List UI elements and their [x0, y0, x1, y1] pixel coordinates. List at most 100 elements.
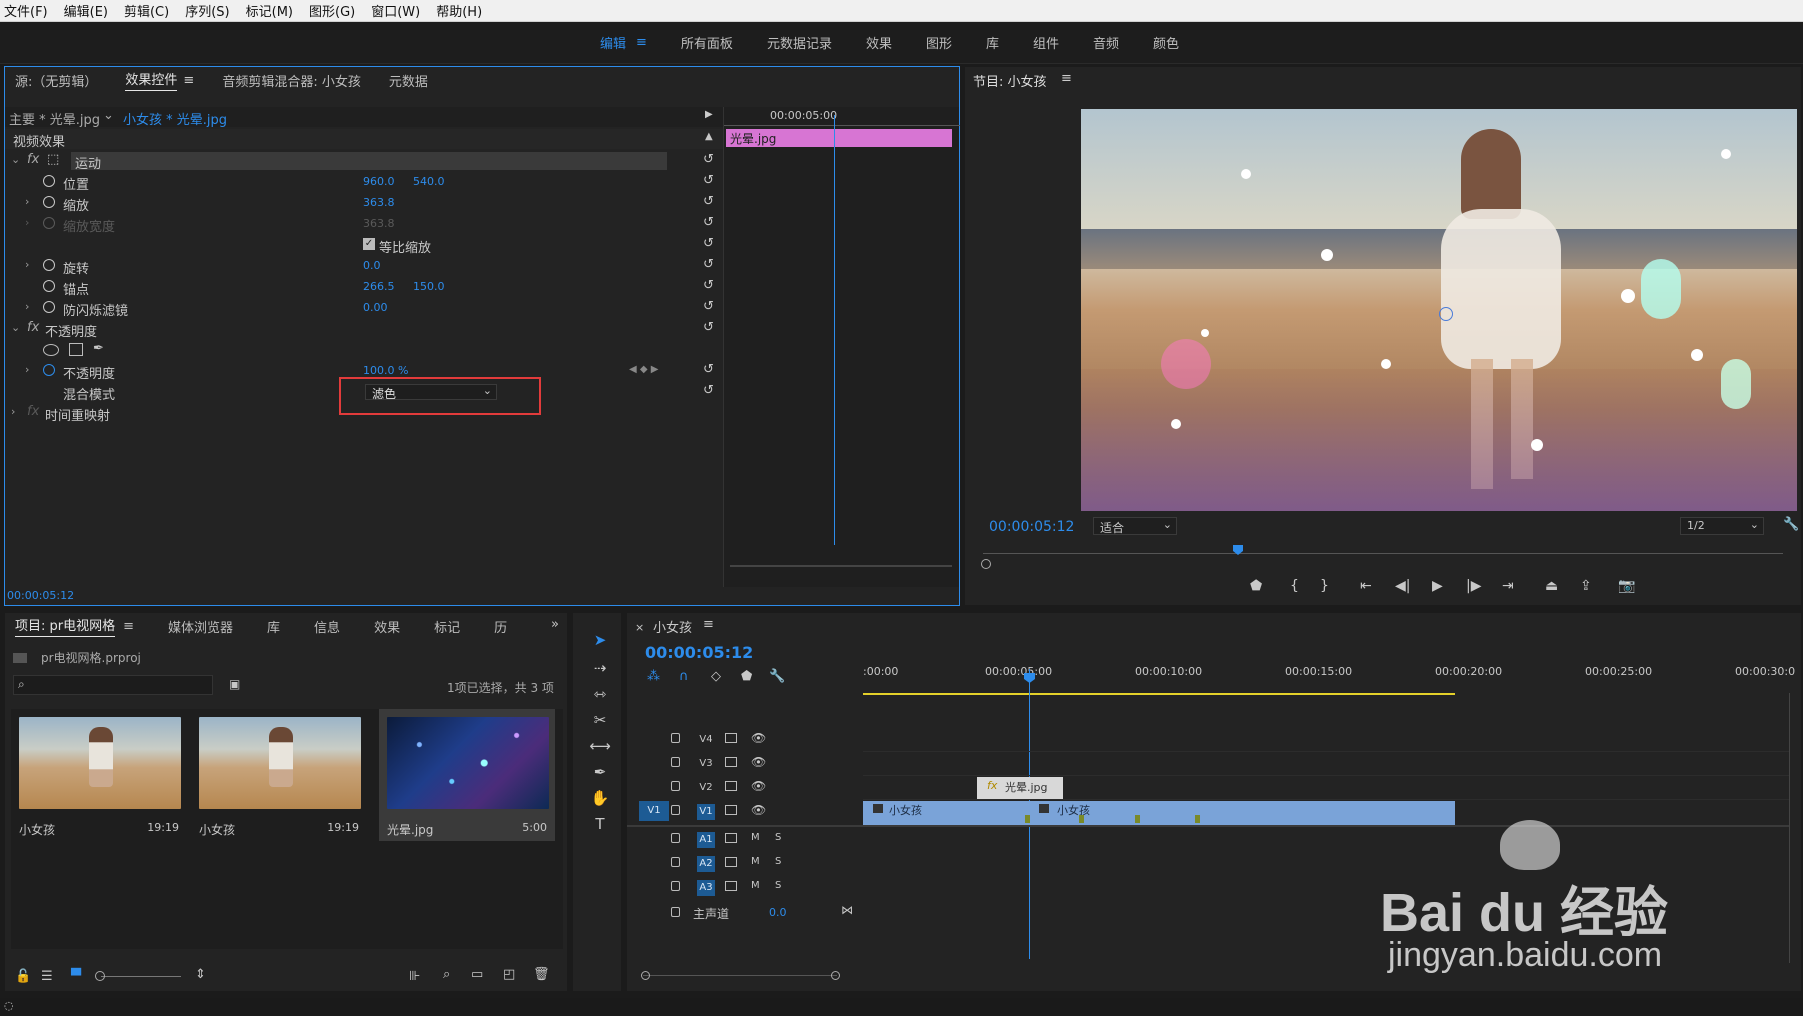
menu-file[interactable]: 文件(F)	[4, 1, 48, 20]
razor-tool-icon[interactable]: ✂	[589, 709, 611, 731]
sync-lock-icon[interactable]	[725, 833, 737, 843]
sync-lock-icon[interactable]	[725, 805, 737, 815]
tab-library[interactable]: 库	[267, 617, 280, 636]
program-video-frame[interactable]	[1081, 109, 1797, 511]
lock-icon[interactable]	[671, 857, 680, 867]
reset-icon[interactable]: ↺	[703, 299, 714, 314]
reset-icon[interactable]: ↺	[703, 173, 714, 188]
mini-playhead[interactable]	[834, 115, 835, 545]
master-volume-value[interactable]: 0.0	[769, 906, 787, 919]
keyframe-marker[interactable]	[1195, 815, 1200, 823]
step-forward-icon[interactable]: |▶	[1466, 578, 1481, 594]
close-icon[interactable]: ×	[635, 621, 644, 634]
add-marker-icon[interactable]: ◇	[711, 669, 721, 684]
tab-project[interactable]: 项目: pr电视网格	[15, 615, 116, 637]
track-select-tool-icon[interactable]: ⇢	[589, 657, 611, 679]
wrench-icon[interactable]: 🔧	[769, 669, 785, 684]
chevron-down-icon[interactable]: ⌄	[103, 108, 114, 123]
stopwatch-icon[interactable]	[43, 301, 55, 313]
chevron-right-icon[interactable]: ›	[25, 195, 29, 208]
track-label[interactable]: V2	[697, 780, 715, 796]
pen-mask-icon[interactable]: ✒	[93, 341, 104, 356]
menu-sequence[interactable]: 序列(S)	[185, 1, 229, 20]
eye-icon[interactable]: 👁	[751, 803, 766, 817]
chevron-right-icon[interactable]: ›	[25, 216, 29, 229]
workspace-graphics[interactable]: 图形	[926, 33, 952, 52]
type-tool-icon[interactable]: T	[589, 813, 611, 835]
trash-icon[interactable]: 🗑	[533, 967, 550, 982]
track-label[interactable]: V4	[697, 732, 715, 748]
play-only-icon[interactable]: ▶	[705, 109, 713, 120]
mute-button[interactable]: M	[751, 832, 760, 843]
ellipse-mask-icon[interactable]	[43, 344, 59, 356]
reset-icon[interactable]: ↺	[703, 215, 714, 230]
reset-icon[interactable]: ↺	[703, 257, 714, 272]
clip-v1[interactable]: 小女孩 小女孩	[863, 801, 1455, 825]
timeline-timecode[interactable]: 00:00:05:12	[645, 643, 753, 662]
add-marker-icon[interactable]: ⬟	[1250, 578, 1262, 594]
keyframe-marker[interactable]	[1135, 815, 1140, 823]
eye-icon[interactable]: 👁	[751, 779, 766, 793]
effect-footer-timecode[interactable]: 00:00:05:12	[7, 589, 74, 602]
keyframe-marker[interactable]	[1025, 815, 1030, 823]
keyframe-marker[interactable]	[1079, 815, 1084, 823]
sync-lock-icon[interactable]	[725, 781, 737, 791]
keyframe-nav-icon[interactable]: ◀ ◆ ▶	[629, 364, 658, 375]
sort-icon[interactable]: ⇕	[195, 967, 206, 982]
step-back-icon[interactable]: ◀|	[1395, 578, 1410, 594]
extract-icon[interactable]: ⇪	[1580, 578, 1592, 594]
reset-icon[interactable]: ↺	[703, 320, 714, 335]
anchor-x-value[interactable]: 266.5	[363, 280, 395, 293]
stopwatch-icon[interactable]	[43, 280, 55, 292]
new-item-icon[interactable]: ◰	[503, 967, 515, 982]
opacity-effect-row[interactable]: ⌄ fx 不透明度 ↺	[5, 319, 723, 340]
solo-button[interactable]: S	[775, 856, 781, 867]
menu-help[interactable]: 帮助(H)	[436, 1, 482, 20]
solo-button[interactable]: S	[775, 832, 781, 843]
scroll-handle-right[interactable]	[831, 971, 840, 980]
new-bin-icon[interactable]: ▭	[471, 967, 483, 982]
reset-icon[interactable]: ↺	[703, 152, 714, 167]
reset-icon[interactable]: ↺	[703, 236, 714, 251]
slip-tool-icon[interactable]: ⟷	[589, 735, 611, 757]
motion-effect-row[interactable]: ⌄ fx ⬚ 运动 ↺	[5, 151, 723, 172]
panel-menu-icon[interactable]: ≡	[703, 617, 714, 632]
lock-icon[interactable]	[671, 805, 680, 815]
track-label[interactable]: A2	[697, 856, 715, 872]
find-icon[interactable]: ⌕	[443, 967, 450, 982]
tab-menu-icon[interactable]: ≡	[123, 619, 134, 634]
menu-edit[interactable]: 编辑(E)	[64, 1, 108, 20]
zoom-slider-handle[interactable]	[95, 971, 105, 981]
automate-icon[interactable]: ⊪	[409, 969, 420, 984]
camera-icon[interactable]: 📷	[1618, 578, 1635, 594]
selection-tool-icon[interactable]: ➤	[589, 629, 611, 651]
tab-markers[interactable]: 标记	[434, 617, 460, 636]
tab-audio-mixer[interactable]: 音频剪辑混合器: 小女孩	[222, 71, 361, 90]
mute-button[interactable]: M	[751, 880, 760, 891]
reset-icon[interactable]: ↺	[703, 362, 714, 377]
flicker-value[interactable]: 0.00	[363, 301, 388, 314]
pen-tool-icon[interactable]: ✒	[589, 761, 611, 783]
solo-button[interactable]: S	[775, 880, 781, 891]
reset-icon[interactable]: ↺	[703, 194, 714, 209]
workspace-library[interactable]: 库	[986, 33, 999, 52]
chevron-right-icon[interactable]: ›	[25, 300, 29, 313]
mark-out-icon[interactable]: }	[1320, 578, 1329, 594]
project-item[interactable]: 小女孩 19:19	[11, 709, 187, 841]
stopwatch-icon[interactable]	[43, 175, 55, 187]
fit-dropdown[interactable]: 适合 ⌄	[1093, 517, 1177, 535]
program-scrub-bar[interactable]	[983, 553, 1783, 554]
chevron-down-icon[interactable]: ⌄	[11, 153, 20, 166]
anchor-y-value[interactable]: 150.0	[413, 280, 445, 293]
fx-icon[interactable]: fx	[27, 152, 39, 167]
uniform-scale-checkbox[interactable]: ✓	[363, 238, 375, 250]
lock-icon[interactable]	[671, 733, 680, 743]
lock-icon[interactable]: 🔓	[15, 969, 31, 984]
workspace-audio[interactable]: 音频	[1093, 33, 1119, 52]
scroll-handle-left[interactable]	[641, 971, 650, 980]
position-y-value[interactable]: 540.0	[413, 175, 445, 188]
chevron-right-icon[interactable]: ›	[11, 405, 15, 418]
anchor-crosshair-icon[interactable]	[1439, 307, 1453, 321]
panel-menu-icon[interactable]: ≡	[1061, 71, 1072, 86]
more-tabs-icon[interactable]: »	[551, 617, 559, 632]
